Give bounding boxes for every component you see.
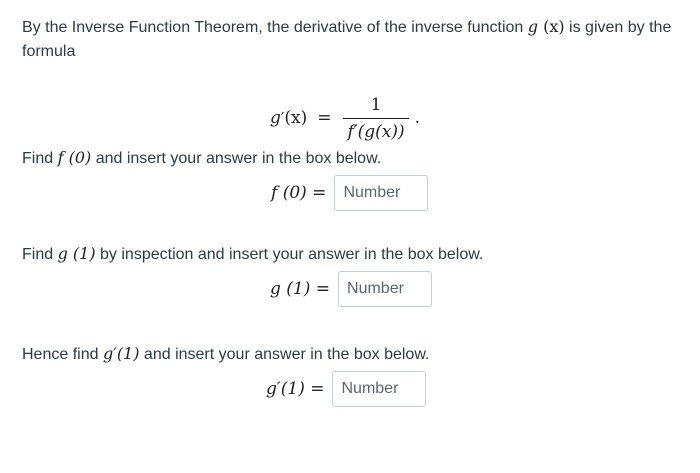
formula-lhs-fn: g (270, 108, 281, 128)
question-1-answer-input[interactable] (334, 175, 429, 211)
formula-lhs-arg: (x) (284, 108, 308, 128)
inverse-derivative-formula: g′(x) = 1 f′(g(x)) . (270, 92, 420, 144)
intro-text-before: By the Inverse Function Theorem, the der… (22, 19, 528, 36)
intro-function-arg: (x) (543, 17, 565, 36)
question-3-prompt-math: g′(1) (102, 344, 140, 363)
question-3-lhs: g′(1) = (266, 379, 325, 399)
intro-math-function: g (x) (528, 17, 565, 36)
formula-equals: = (317, 108, 332, 128)
question-2-answer-input[interactable] (338, 271, 433, 307)
formula-period: . (414, 108, 421, 128)
question-2-answer-row: g (1) = (270, 271, 433, 307)
question-2-prompt-math: g (1) (57, 244, 96, 263)
question-1-prompt-after: and insert your answer in the box below. (91, 150, 382, 167)
question-1-answer-row: f (0) = (271, 175, 429, 211)
formula-denominator: f′(g(x)) (343, 117, 409, 142)
question-3-prompt: Hence find g′(1) and insert your answer … (22, 343, 429, 366)
question-2-prompt-after: by inspection and insert your answer in … (95, 246, 484, 263)
intro-paragraph: By the Inverse Function Theorem, the der… (22, 15, 682, 64)
question-3-prompt-before: Hence find (22, 346, 103, 363)
question-1-prompt: Find f (0) and insert your answer in the… (22, 147, 381, 170)
question-2-lhs: g (1) = (270, 279, 331, 299)
intro-function-name: g (527, 17, 538, 36)
question-2-prompt: Find g (1) by inspection and insert your… (22, 243, 483, 266)
question-3-answer-row: g′(1) = (266, 371, 427, 407)
question-1-prompt-before: Find (22, 150, 58, 167)
formula-fraction: 1 f′(g(x)) (343, 94, 409, 142)
formula-numerator: 1 (370, 94, 382, 115)
question-3-prompt-after: and insert your answer in the box below. (139, 346, 430, 363)
question-2-prompt-before: Find (22, 246, 58, 263)
question-1-lhs: f (0) = (271, 183, 327, 203)
formula-lhs: g′(x) (270, 108, 307, 128)
question-3-answer-input[interactable] (332, 371, 427, 407)
question-1-prompt-math: f (0) (57, 148, 92, 167)
